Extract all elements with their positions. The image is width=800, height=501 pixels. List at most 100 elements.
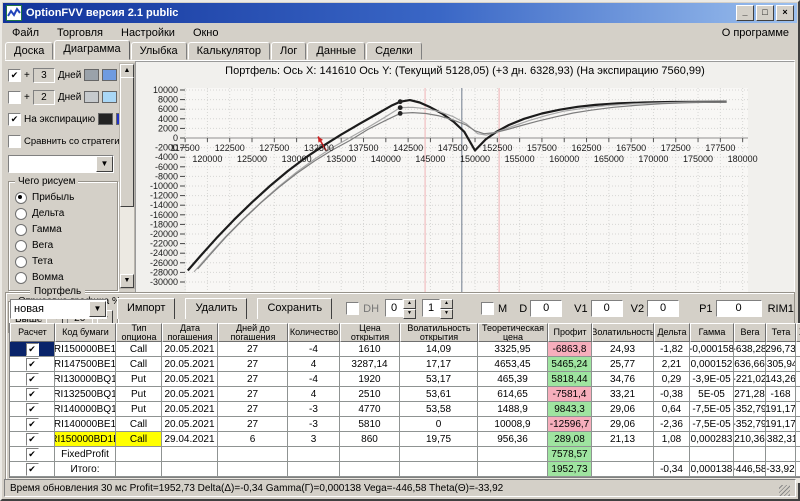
table-cell[interactable]: -33,92 bbox=[766, 462, 796, 477]
calc-checkbox[interactable] bbox=[25, 447, 39, 461]
table-cell[interactable]: -0,38 bbox=[654, 387, 690, 402]
table-cell[interactable]: 0,000138 bbox=[690, 462, 734, 477]
table-cell[interactable] bbox=[288, 462, 340, 477]
table-row[interactable]: Итого: 1952,73 -0,340,000138-446,58-33,92 bbox=[10, 462, 800, 477]
radio-option-гамма[interactable]: Гамма bbox=[15, 222, 113, 237]
table-cell[interactable] bbox=[162, 462, 218, 477]
table-cell[interactable]: 2,21 bbox=[654, 357, 690, 372]
table-cell[interactable]: 21,13 bbox=[592, 432, 654, 447]
table-cell[interactable]: 17,17 bbox=[400, 357, 478, 372]
save-button[interactable]: Сохранить bbox=[257, 298, 333, 319]
calc-checkbox[interactable] bbox=[25, 417, 39, 431]
table-cell[interactable]: 1952,73 bbox=[548, 462, 592, 477]
table-cell[interactable]: RI140000BE1 bbox=[55, 417, 116, 432]
table-cell[interactable] bbox=[734, 447, 766, 462]
table-cell[interactable]: -7581,4 bbox=[548, 387, 592, 402]
calc-checkbox[interactable] bbox=[25, 387, 39, 401]
sidebar-scrollbar[interactable]: ▲ ▼ bbox=[119, 63, 135, 289]
portfolio-select[interactable]: новая ▼ bbox=[10, 298, 107, 319]
days1-input[interactable]: 3 bbox=[32, 67, 55, 83]
table-cell[interactable]: 191,17 bbox=[766, 402, 796, 417]
calc-checkbox[interactable] bbox=[25, 357, 39, 371]
row-calc-cell[interactable] bbox=[10, 462, 55, 477]
table-cell[interactable] bbox=[218, 447, 288, 462]
table-cell[interactable]: 210,36 bbox=[734, 432, 766, 447]
table-cell[interactable]: 5465,24 bbox=[548, 357, 592, 372]
table-row[interactable]: RI130000BQ1Put20.05.202127-4192053,17465… bbox=[10, 372, 800, 387]
table-row[interactable]: RI140000BE1Call20.05.202127-35810010008,… bbox=[10, 417, 800, 432]
column-header[interactable]: Количество bbox=[288, 323, 340, 342]
days1-color-swatch-1[interactable] bbox=[84, 69, 100, 81]
table-cell[interactable]: -446,58 bbox=[734, 462, 766, 477]
days1-checkbox[interactable] bbox=[8, 68, 21, 82]
tab-улыбка[interactable]: Улыбка bbox=[130, 42, 187, 60]
radio-icon[interactable] bbox=[15, 271, 27, 284]
table-cell[interactable]: 7578,57 bbox=[548, 447, 592, 462]
calc-checkbox[interactable] bbox=[25, 342, 39, 356]
table-cell[interactable]: RI140000BQ1 bbox=[55, 402, 116, 417]
payoff-chart[interactable]: 117500 122500 127500 132500 137500 142500 1475… bbox=[136, 80, 796, 298]
table-cell[interactable]: 5818,44 bbox=[548, 372, 592, 387]
table-cell[interactable]: 20.05.2021 bbox=[162, 342, 218, 357]
table-cell[interactable]: -305,94 bbox=[766, 357, 796, 372]
minimize-button[interactable]: _ bbox=[736, 5, 754, 21]
table-cell[interactable]: 33,21 bbox=[592, 387, 654, 402]
table-cell[interactable] bbox=[288, 447, 340, 462]
table-cell[interactable]: 6 bbox=[218, 432, 288, 447]
row-calc-cell[interactable] bbox=[10, 342, 55, 357]
table-cell[interactable]: 24,93 bbox=[592, 342, 654, 357]
expiration-color-swatch-1[interactable] bbox=[98, 113, 114, 125]
table-cell[interactable]: 3 bbox=[288, 432, 340, 447]
row-calc-cell[interactable] bbox=[10, 417, 55, 432]
table-cell[interactable]: 0,64 bbox=[654, 402, 690, 417]
table-cell[interactable] bbox=[592, 447, 654, 462]
table-cell[interactable]: 0 bbox=[400, 417, 478, 432]
table-cell[interactable]: -638,28 bbox=[734, 342, 766, 357]
table-row[interactable]: RI150000BE1Call20.05.202127-4161014,0933… bbox=[10, 342, 800, 357]
table-cell[interactable] bbox=[340, 447, 400, 462]
table-cell[interactable]: 0,000283 bbox=[690, 432, 734, 447]
column-header[interactable]: Волатильность открытия bbox=[400, 323, 478, 342]
table-cell[interactable] bbox=[340, 462, 400, 477]
row-calc-cell[interactable] bbox=[10, 447, 55, 462]
table-cell[interactable]: 27 bbox=[218, 417, 288, 432]
chevron-down-icon[interactable]: ▼ bbox=[89, 300, 106, 317]
column-header[interactable]: Гамма bbox=[690, 323, 734, 342]
table-cell[interactable]: 29,06 bbox=[592, 402, 654, 417]
table-cell[interactable]: 29,06 bbox=[592, 417, 654, 432]
table-cell[interactable]: 4653,45 bbox=[478, 357, 548, 372]
column-header[interactable]: Вега bbox=[734, 323, 766, 342]
tab-лог[interactable]: Лог bbox=[271, 42, 307, 60]
column-header[interactable]: Расчет bbox=[10, 323, 55, 342]
table-cell[interactable]: -3 bbox=[288, 402, 340, 417]
table-cell[interactable]: 20.05.2021 bbox=[162, 417, 218, 432]
table-cell[interactable] bbox=[796, 342, 800, 357]
tab-диаграмма[interactable]: Диаграмма bbox=[54, 40, 130, 60]
table-cell[interactable]: RI147500BE1 bbox=[55, 357, 116, 372]
import-button[interactable]: Импорт bbox=[117, 298, 176, 319]
table-cell[interactable]: 860 bbox=[340, 432, 400, 447]
table-cell[interactable]: 289,08 bbox=[548, 432, 592, 447]
radio-option-вомма[interactable]: Вомма bbox=[15, 270, 113, 285]
table-cell[interactable]: 27 bbox=[218, 387, 288, 402]
table-cell[interactable] bbox=[162, 447, 218, 462]
close-button[interactable]: × bbox=[776, 5, 794, 21]
radio-icon[interactable] bbox=[15, 207, 27, 220]
table-cell[interactable]: 614,65 bbox=[478, 387, 548, 402]
table-cell[interactable] bbox=[690, 447, 734, 462]
table-row[interactable]: RI140000BQ1Put20.05.202127-3477053,58148… bbox=[10, 402, 800, 417]
table-cell[interactable] bbox=[478, 447, 548, 462]
chevron-down-icon[interactable]: ▼ bbox=[96, 156, 113, 172]
table-cell[interactable]: Call bbox=[116, 342, 162, 357]
menu-settings[interactable]: Настройки bbox=[112, 25, 184, 41]
table-cell[interactable]: Call bbox=[116, 417, 162, 432]
table-cell[interactable]: 20.05.2021 bbox=[162, 357, 218, 372]
table-cell[interactable] bbox=[796, 387, 800, 402]
table-cell[interactable]: -168 bbox=[766, 387, 796, 402]
table-cell[interactable]: 19,75 bbox=[400, 432, 478, 447]
d-field[interactable]: 0 bbox=[530, 300, 563, 317]
table-cell[interactable]: 5810 bbox=[340, 417, 400, 432]
table-cell[interactable]: 4 bbox=[288, 357, 340, 372]
table-cell[interactable]: 29.04.2021 bbox=[162, 432, 218, 447]
table-cell[interactable]: 3287,14 bbox=[340, 357, 400, 372]
